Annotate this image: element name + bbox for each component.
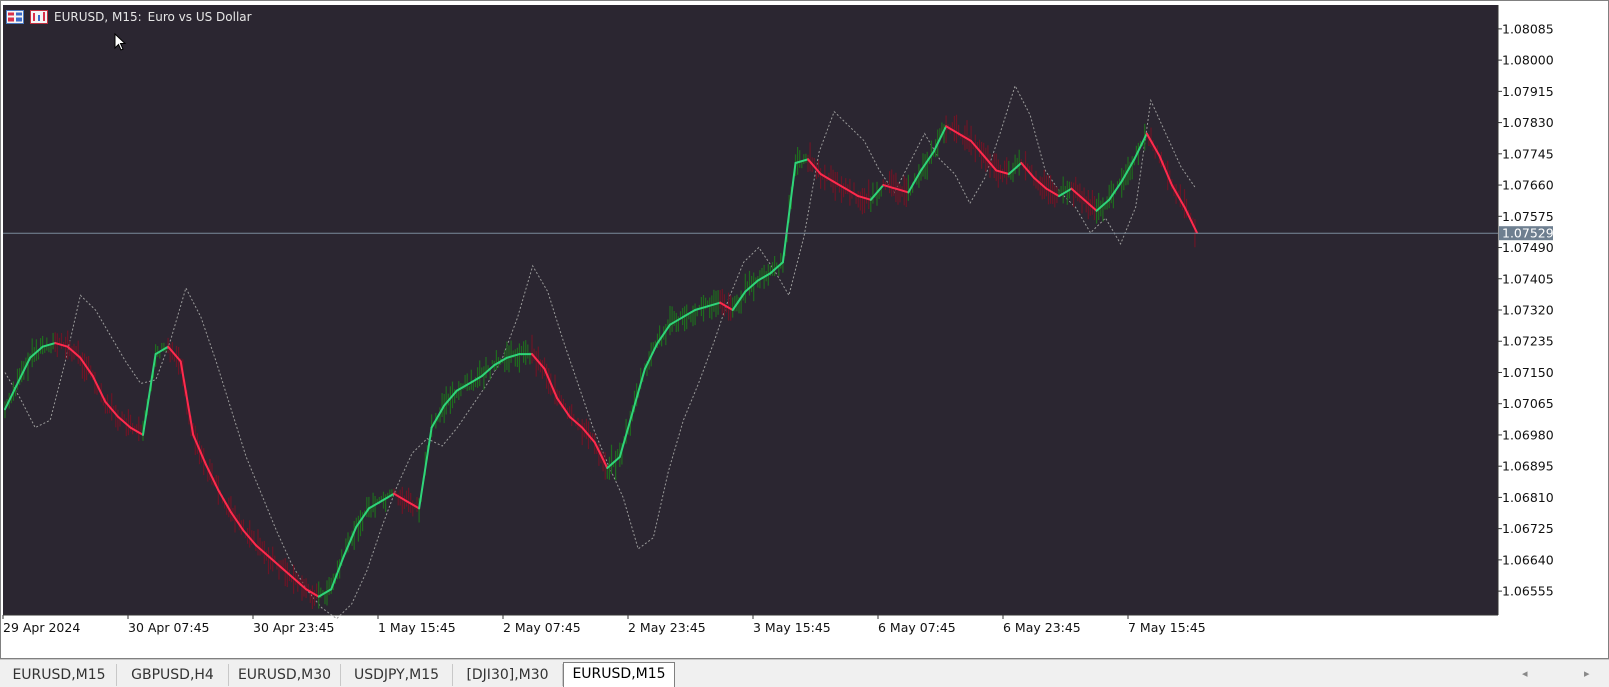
chart-title-bar: EURUSD, M15: Euro vs US Dollar xyxy=(6,9,252,25)
symbol-label: EURUSD, M15: xyxy=(54,10,142,24)
price-tick-label: 1.06810 xyxy=(1502,490,1554,505)
price-tick-label: 1.08085 xyxy=(1502,21,1554,36)
chart-tab[interactable]: GBPUSD,H4 xyxy=(117,664,229,686)
chart-tab[interactable]: EURUSD,M15 xyxy=(2,664,117,686)
price-tick-label: 1.06980 xyxy=(1502,427,1554,442)
price-tick-label: 1.07660 xyxy=(1502,178,1554,193)
price-tick-label: 1.07065 xyxy=(1502,396,1554,411)
time-tick-label: 30 Apr 23:45 xyxy=(253,620,335,635)
tab-scroll-left-icon[interactable]: ◂ xyxy=(1522,667,1528,680)
time-tick-label: 1 May 15:45 xyxy=(378,620,456,635)
time-tick-label: 29 Apr 2024 xyxy=(3,620,80,635)
current-price-label: 1.07529 xyxy=(1502,226,1554,241)
price-tick-label: 1.07150 xyxy=(1502,365,1554,380)
price-tick-label: 1.07575 xyxy=(1502,209,1554,224)
time-tick-label: 2 May 07:45 xyxy=(503,620,581,635)
chart-canvas[interactable]: 1.08085 1.08000 1.07915 1.07830 1.07745 1.076… xyxy=(0,0,1609,659)
price-tick-label: 1.07745 xyxy=(1502,146,1554,161)
time-tick-label: 7 May 15:45 xyxy=(1128,620,1206,635)
one-click-trading-icon[interactable] xyxy=(6,10,24,24)
time-tick-label: 6 May 23:45 xyxy=(1003,620,1081,635)
price-tick-label: 1.06725 xyxy=(1502,521,1554,536)
price-tick-label: 1.07915 xyxy=(1502,84,1554,99)
terminal-root: 1.08085 1.08000 1.07915 1.07830 1.07745 1.076… xyxy=(0,0,1609,687)
price-tick-label: 1.06895 xyxy=(1502,459,1554,474)
time-tick-label: 2 May 23:45 xyxy=(628,620,706,635)
time-tick-label: 3 May 15:45 xyxy=(753,620,831,635)
mouse-cursor-icon xyxy=(114,33,127,51)
indicator-icon[interactable] xyxy=(30,10,48,24)
price-tick-label: 1.07830 xyxy=(1502,115,1554,130)
chart-tab[interactable]: EURUSD,M30 xyxy=(229,664,341,686)
chart-tab[interactable]: [DJI30],M30 xyxy=(453,664,563,686)
tab-scroll-right-icon[interactable]: ▸ xyxy=(1584,667,1590,680)
time-tick-label: 30 Apr 07:45 xyxy=(128,620,210,635)
symbol-description: Euro vs US Dollar xyxy=(147,10,252,24)
chart-tab[interactable]: EURUSD,M15 xyxy=(563,662,675,687)
price-tick-label: 1.07490 xyxy=(1502,240,1554,255)
price-tick-label: 1.08000 xyxy=(1502,53,1554,68)
plot-area[interactable] xyxy=(3,5,1498,615)
price-tick-label: 1.07405 xyxy=(1502,271,1554,286)
price-tick-label: 1.07320 xyxy=(1502,303,1554,318)
chart-window[interactable]: 1.08085 1.08000 1.07915 1.07830 1.07745 1.076… xyxy=(0,0,1609,659)
chart-tab[interactable]: USDJPY,M15 xyxy=(341,664,453,686)
time-tick-label: 6 May 07:45 xyxy=(878,620,956,635)
price-tick-label: 1.06640 xyxy=(1502,552,1554,567)
price-tick-label: 1.06555 xyxy=(1502,584,1554,599)
price-tick-label: 1.07235 xyxy=(1502,334,1554,349)
chart-tab-bar: EURUSD,M15 GBPUSD,H4 EURUSD,M30 USDJPY,M15[… xyxy=(0,659,1609,687)
